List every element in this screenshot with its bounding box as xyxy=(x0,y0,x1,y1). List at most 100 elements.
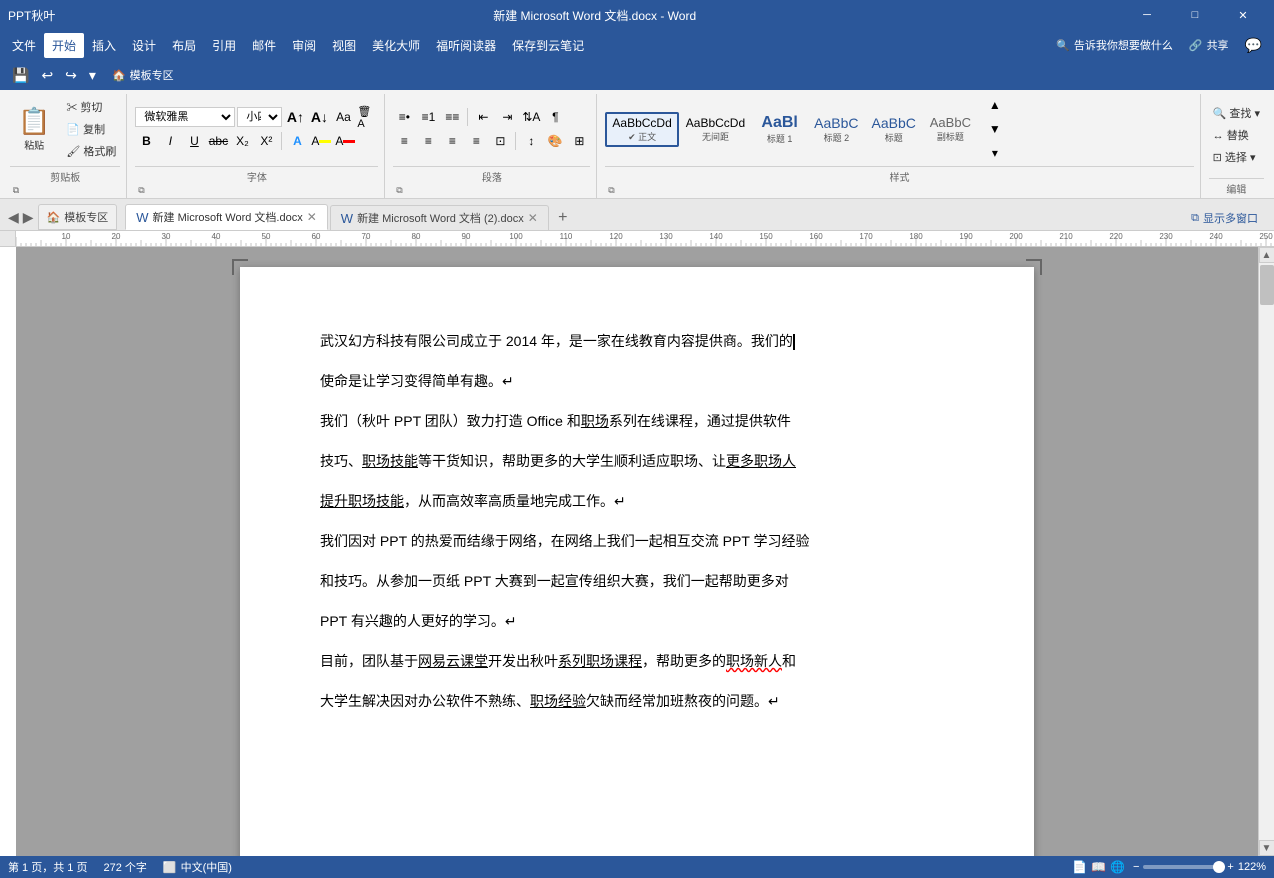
paragraph-2b[interactable]: 技巧、职场技能等干货知识，帮助更多的大学生顺利适应职场、让更多职场人 xyxy=(320,447,954,475)
zoom-in-button[interactable]: + xyxy=(1227,861,1233,873)
decrease-indent-button[interactable]: ⇤ xyxy=(472,106,494,128)
display-multiwindow-button[interactable]: ⧉ 显示多窗口 xyxy=(1183,206,1266,230)
doc-nav-left[interactable]: ◀ xyxy=(8,209,19,226)
view-read-button[interactable]: 📖 xyxy=(1091,860,1106,874)
menu-reader[interactable]: 福听阅读器 xyxy=(428,33,504,58)
style-subtitle[interactable]: AaBbC 副标题 xyxy=(923,112,978,146)
menu-home[interactable]: 开始 xyxy=(44,33,84,58)
style-heading1[interactable]: AaBl 标题 1 xyxy=(752,111,807,148)
menu-references[interactable]: 引用 xyxy=(204,33,244,58)
new-tab-button[interactable]: + xyxy=(551,206,575,230)
increase-indent-button[interactable]: ⇥ xyxy=(496,106,518,128)
style-heading2[interactable]: AaBbC 标题 2 xyxy=(808,112,864,147)
numbering-button[interactable]: ≡1 xyxy=(417,106,439,128)
maximize-button[interactable]: □ xyxy=(1172,0,1218,30)
paragraph-1b[interactable]: 使命是让学习变得简单有趣。↵ xyxy=(320,367,954,395)
styles-scroll-up[interactable]: ▲ xyxy=(984,94,1006,116)
template-tab[interactable]: 🏠 模板专区 xyxy=(38,204,118,230)
zoom-thumb[interactable] xyxy=(1213,861,1225,873)
save-button[interactable]: 💾 xyxy=(8,65,33,86)
paste-button[interactable]: 📋 粘贴 xyxy=(10,97,58,161)
paragraph-2c[interactable]: 提升职场技能，从而高效率高质量地完成工作。↵ xyxy=(320,487,954,515)
scroll-up-button[interactable]: ▲ xyxy=(1259,247,1274,263)
font-color-button[interactable]: A xyxy=(334,130,356,152)
superscript-button[interactable]: X² xyxy=(255,130,277,152)
align-left-button[interactable]: ≡ xyxy=(393,130,415,152)
tab-doc1-close[interactable]: ✕ xyxy=(307,210,317,224)
zoom-slider[interactable] xyxy=(1143,865,1223,869)
style-no-spacing[interactable]: AaBbCcDd 无间距 xyxy=(680,113,751,146)
paragraph-3c[interactable]: PPT 有兴趣的人更好的学习。↵ xyxy=(320,607,954,635)
menu-review[interactable]: 审阅 xyxy=(284,33,324,58)
zoom-out-button[interactable]: − xyxy=(1133,861,1139,873)
clipboard-expand-icon[interactable]: ⧉ xyxy=(10,184,22,196)
paragraph-4b[interactable]: 大学生解决因对办公软件不熟练、职场经验欠缺而经常加班熬夜的问题。↵ xyxy=(320,687,954,715)
font-size-select[interactable]: 小四 xyxy=(237,107,282,127)
view-doc-button[interactable]: 📄 xyxy=(1072,860,1087,874)
select-button[interactable]: ⊡ 选择 ▾ xyxy=(1209,147,1264,167)
tab-doc1[interactable]: W 新建 Microsoft Word 文档.docx ✕ xyxy=(125,204,328,230)
multilevel-button[interactable]: ≡≡ xyxy=(441,106,463,128)
menu-layout[interactable]: 布局 xyxy=(164,33,204,58)
text-direction-button[interactable]: ⊡ xyxy=(489,130,511,152)
cut-button[interactable]: ✂ 剪切 xyxy=(62,97,120,117)
border-button[interactable]: ⊞ xyxy=(568,130,590,152)
paragraph-3b[interactable]: 和技巧。从参加一页纸 PPT 大赛到一起宣传组织大赛，我们一起帮助更多对 xyxy=(320,567,954,595)
replace-button[interactable]: ↔ 替换 xyxy=(1209,125,1264,145)
change-case-button[interactable]: Aa xyxy=(332,106,354,128)
paragraph-2[interactable]: 我们（秋叶 PPT 团队）致力打造 Office 和职场系列在线课程，通过提供软… xyxy=(320,407,954,435)
align-right-button[interactable]: ≡ xyxy=(441,130,463,152)
justify-button[interactable]: ≡ xyxy=(465,130,487,152)
document-page[interactable]: 武汉幻方科技有限公司成立于 2014 年，是一家在线教育内容提供商。我们的 使命… xyxy=(240,267,1034,856)
search-field[interactable]: 🔍 告诉我你想要做什么 xyxy=(1048,37,1181,53)
font-name-select[interactable]: 微软雅黑 xyxy=(135,107,235,127)
highlight-button[interactable]: A xyxy=(310,130,332,152)
paragraph-4[interactable]: 目前，团队基于网易云课堂开发出秋叶系列职场课程，帮助更多的职场新人和 xyxy=(320,647,954,675)
customize-qa-button[interactable]: ▾ xyxy=(85,65,100,86)
comment-button[interactable]: 💬 xyxy=(1237,37,1270,54)
italic-button[interactable]: I xyxy=(159,130,181,152)
show-marks-button[interactable]: ¶ xyxy=(544,106,566,128)
strikethrough-button[interactable]: abc xyxy=(207,130,229,152)
find-button[interactable]: 🔍 查找 ▾ xyxy=(1209,103,1264,123)
template-area-button[interactable]: 🏠 模板专区 xyxy=(112,67,174,83)
font-shrink-button[interactable]: A↓ xyxy=(308,106,330,128)
menu-view[interactable]: 视图 xyxy=(324,33,364,58)
copy-button[interactable]: 📄 复制 xyxy=(62,119,120,139)
menu-file[interactable]: 文件 xyxy=(4,33,44,58)
menu-insert[interactable]: 插入 xyxy=(84,33,124,58)
text-effect-button[interactable]: A xyxy=(286,130,308,152)
style-normal[interactable]: AaBbCcDd ✔ 正文 xyxy=(605,112,678,147)
underline-button[interactable]: U xyxy=(183,130,205,152)
align-center-button[interactable]: ≡ xyxy=(417,130,439,152)
scroll-down-button[interactable]: ▼ xyxy=(1259,840,1274,856)
styles-scroll-down[interactable]: ▼ xyxy=(984,118,1006,140)
share-button[interactable]: 🔗 共享 xyxy=(1181,37,1237,53)
doc-nav-right[interactable]: ▶ xyxy=(23,209,34,226)
menu-mail[interactable]: 邮件 xyxy=(244,33,284,58)
menu-beautify[interactable]: 美化大师 xyxy=(364,33,428,58)
paragraph-3[interactable]: 我们因对 PPT 的热爱而结缘于网络，在网络上我们一起相互交流 PPT 学习经验 xyxy=(320,527,954,555)
clear-format-button[interactable]: 🗑A xyxy=(356,106,378,128)
vertical-scrollbar[interactable]: ▲ ▼ xyxy=(1258,247,1274,856)
style-title[interactable]: AaBbC 标题 xyxy=(866,112,922,147)
undo-button[interactable]: ↩ xyxy=(37,65,57,86)
scroll-thumb[interactable] xyxy=(1260,265,1274,305)
menu-design[interactable]: 设计 xyxy=(124,33,164,58)
sort-button[interactable]: ⇅A xyxy=(520,106,542,128)
format-painter-button[interactable]: 🖌 格式刷 xyxy=(62,141,120,161)
styles-expand[interactable]: ▾ xyxy=(984,142,1006,164)
paragraph-1[interactable]: 武汉幻方科技有限公司成立于 2014 年，是一家在线教育内容提供商。我们的 xyxy=(320,327,954,355)
document-area[interactable]: 武汉幻方科技有限公司成立于 2014 年，是一家在线教育内容提供商。我们的 使命… xyxy=(16,247,1258,856)
minimize-button[interactable]: ─ xyxy=(1124,0,1170,30)
tab-doc2-close[interactable]: ✕ xyxy=(528,211,538,225)
shading-button[interactable]: 🎨 xyxy=(544,130,566,152)
tab-doc2[interactable]: W 新建 Microsoft Word 文档 (2).docx ✕ xyxy=(330,205,549,230)
styles-expand-icon[interactable]: ⧉ xyxy=(605,184,617,196)
close-button[interactable]: ✕ xyxy=(1220,0,1266,30)
font-expand-icon[interactable]: ⧉ xyxy=(135,184,147,196)
bullets-button[interactable]: ≡• xyxy=(393,106,415,128)
subscript-button[interactable]: X₂ xyxy=(231,130,253,152)
font-grow-button[interactable]: A↑ xyxy=(284,106,306,128)
bold-button[interactable]: B xyxy=(135,130,157,152)
